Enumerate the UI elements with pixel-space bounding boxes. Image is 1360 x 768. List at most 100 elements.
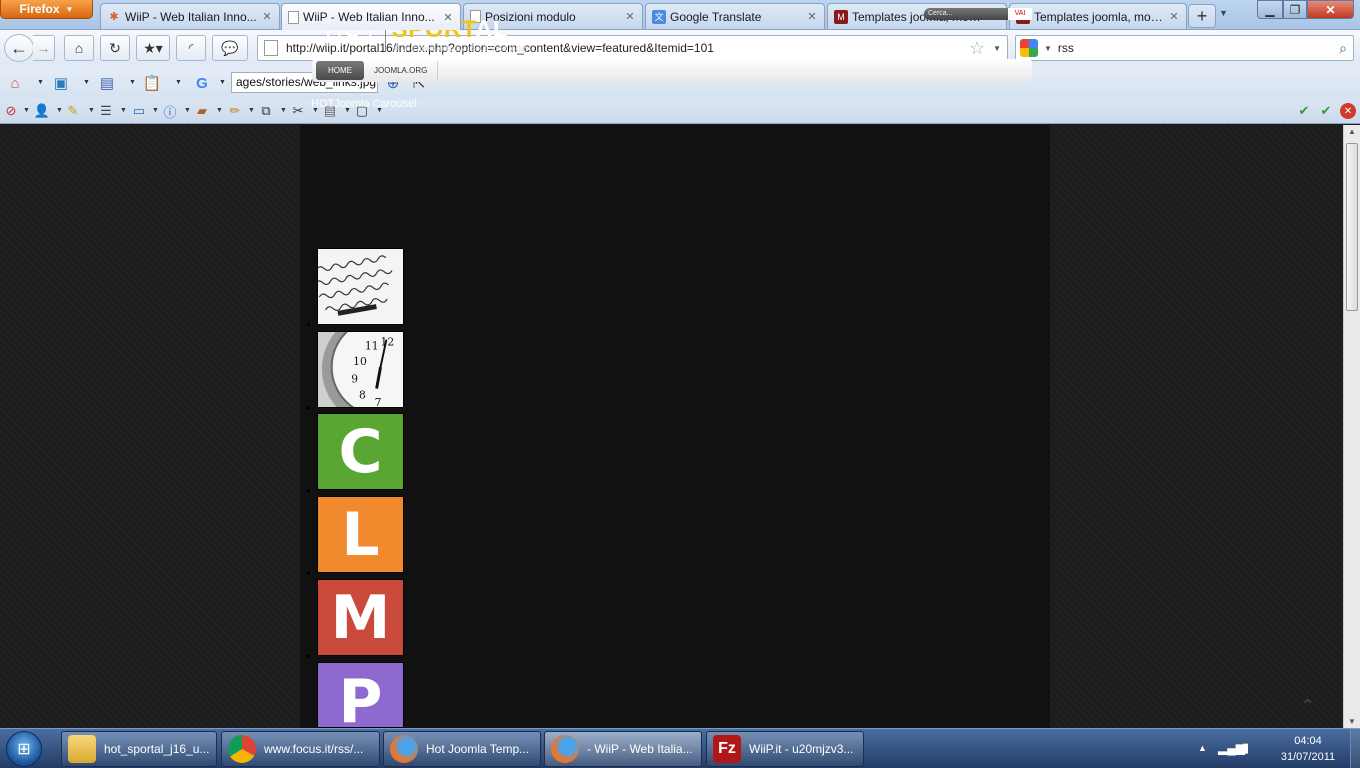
- show-desktop-button[interactable]: [1350, 729, 1360, 768]
- browser-tab[interactable]: ✱ WiiP - Web Italian Inno... ✕: [100, 3, 280, 29]
- close-window-button[interactable]: ✕: [1307, 0, 1354, 19]
- site-search-button[interactable]: VAI: [1008, 8, 1032, 20]
- minimize-button[interactable]: ▁: [1257, 0, 1283, 19]
- chevron-down-icon[interactable]: ▼: [248, 107, 255, 114]
- network-signal-icon[interactable]: ▂▄▆: [1218, 741, 1245, 755]
- chevron-down-icon[interactable]: ▼: [280, 107, 287, 114]
- chevron-down-icon[interactable]: ▼: [175, 79, 182, 86]
- checkmark-icon[interactable]: ✔: [1295, 102, 1313, 120]
- carousel-thumbnail-handwriting[interactable]: [317, 248, 404, 325]
- bookmarks-button[interactable]: ★▾: [136, 35, 170, 61]
- taskbar-item[interactable]: Fz WiiP.it - u20mjzv3...: [706, 731, 864, 767]
- error-icon[interactable]: ✕: [1340, 103, 1356, 119]
- carousel-thumbnail-l[interactable]: L: [317, 496, 404, 573]
- system-tray: ▲ ▂▄▆ ▮ 04:04 31/07/2011: [1192, 729, 1360, 768]
- disable-icon[interactable]: ⊘: [2, 102, 20, 120]
- list-all-tabs-icon[interactable]: ▼: [1219, 8, 1228, 18]
- image-icon[interactable]: ▭: [130, 102, 148, 120]
- tools-icon[interactable]: ✂: [289, 102, 307, 120]
- google-icon[interactable]: G: [191, 72, 213, 94]
- form-icon[interactable]: ☰: [97, 102, 115, 120]
- power-icon[interactable]: ▮: [1242, 740, 1249, 756]
- back-to-top-icon[interactable]: ⌃: [1300, 696, 1315, 717]
- new-tab-button[interactable]: +: [1188, 4, 1216, 28]
- forward-button[interactable]: →: [33, 35, 55, 61]
- back-arrow-icon: ←: [10, 37, 28, 58]
- bookmark-star-icon[interactable]: ☆: [969, 38, 985, 59]
- scrollbar-thumb[interactable]: [1346, 143, 1358, 311]
- back-button[interactable]: ←: [4, 34, 34, 62]
- close-tab-icon[interactable]: ✕: [624, 10, 636, 23]
- carousel-thumbnail-m[interactable]: M: [317, 579, 404, 656]
- reload-button[interactable]: ↻: [100, 35, 130, 61]
- taskbar-item[interactable]: Hot Joomla Temp...: [383, 731, 541, 767]
- chevron-down-icon[interactable]: ▼: [219, 79, 226, 86]
- search-icon[interactable]: ⌕: [1339, 40, 1347, 57]
- maximize-button[interactable]: ❐: [1283, 0, 1307, 19]
- rss-icon: ◜: [188, 41, 194, 55]
- chevron-down-icon[interactable]: ▼: [184, 107, 191, 114]
- chevron-down-icon[interactable]: ▼: [83, 79, 90, 86]
- carousel-bullet: [307, 406, 310, 409]
- menu-item-joomla-org[interactable]: JOOMLA.ORG: [364, 61, 439, 80]
- taskbar-item-label: hot_sportal_j16_u...: [104, 742, 210, 756]
- site-content-column: [300, 125, 1050, 728]
- menu-item-home[interactable]: HOME: [316, 61, 364, 80]
- misc-icon[interactable]: ▰: [193, 102, 211, 120]
- home-icon[interactable]: ⌂: [4, 72, 26, 94]
- chevron-down-icon[interactable]: ▼: [152, 107, 159, 114]
- browser-tab-active[interactable]: WiiP - Web Italian Inno... ✕: [281, 3, 461, 30]
- taskbar-item[interactable]: hot_sportal_j16_u...: [61, 731, 217, 767]
- clock-date: 31/07/2011: [1280, 751, 1336, 763]
- resize-icon[interactable]: ⧉: [257, 102, 275, 120]
- close-tab-icon[interactable]: ✕: [806, 10, 818, 23]
- close-tab-icon[interactable]: ✕: [261, 10, 273, 23]
- reload-icon: ↻: [109, 39, 121, 56]
- clock[interactable]: 04:04 31/07/2011: [1268, 733, 1348, 765]
- page-viewport: [0, 125, 1343, 728]
- carousel-thumbnail-c[interactable]: C: [317, 413, 404, 490]
- page-icon: [264, 40, 278, 56]
- chevron-down-icon[interactable]: ▼: [129, 79, 136, 86]
- start-button[interactable]: ⊞: [6, 731, 42, 767]
- tab-label: WiiP - Web Italian Inno...: [125, 9, 257, 24]
- close-tab-icon[interactable]: ✕: [442, 11, 454, 24]
- user-icon[interactable]: 👤: [33, 102, 51, 120]
- chevron-down-icon[interactable]: ▼: [23, 107, 30, 114]
- google-icon[interactable]: [1020, 39, 1038, 57]
- clipboard-icon[interactable]: 📋: [141, 72, 163, 94]
- document-icon[interactable]: ▤: [96, 72, 118, 94]
- information-icon[interactable]: ⓘ: [161, 102, 179, 120]
- close-tab-icon[interactable]: ✕: [1168, 10, 1180, 23]
- search-input[interactable]: rss: [1058, 41, 1333, 55]
- carousel-thumbnail-clock[interactable]: 11 12 10 9 87: [317, 331, 404, 408]
- chevron-down-icon[interactable]: ▼: [56, 107, 63, 114]
- vertical-scrollbar[interactable]: ▲ ▼: [1343, 125, 1360, 728]
- taskbar-item-label: Hot Joomla Temp...: [426, 742, 530, 756]
- chevron-down-icon[interactable]: ▼: [88, 107, 95, 114]
- site-search-input[interactable]: Cerca...: [924, 8, 1008, 20]
- browser-tab[interactable]: M Templates joomla, mod... ✕: [1009, 3, 1187, 29]
- checkmark-icon[interactable]: ✔: [1317, 102, 1335, 120]
- chevron-down-icon[interactable]: ▼: [37, 79, 44, 86]
- scroll-up-icon[interactable]: ▲: [1348, 127, 1356, 136]
- search-bar[interactable]: ▼ rss ⌕: [1015, 35, 1354, 61]
- firefox-menu-button[interactable]: Firefox ▼: [0, 0, 93, 19]
- chevron-down-icon[interactable]: ▼: [993, 44, 1001, 53]
- taskbar-item-active[interactable]: - WiiP - Web Italia...: [544, 731, 702, 767]
- page-refresh-icon[interactable]: ▣: [50, 72, 72, 94]
- outline-icon[interactable]: ✏: [226, 102, 244, 120]
- chevron-down-icon[interactable]: ▼: [1044, 44, 1052, 53]
- home-button[interactable]: ⌂: [64, 35, 94, 61]
- taskbar-item[interactable]: www.focus.it/rss/...: [221, 731, 380, 767]
- carousel-thumbnail-p[interactable]: P: [317, 662, 404, 728]
- chat-button[interactable]: 💬: [212, 35, 248, 61]
- pencil-icon[interactable]: ✎: [64, 102, 82, 120]
- svg-text:7: 7: [375, 396, 382, 408]
- browser-tab[interactable]: 文 Google Translate ✕: [645, 3, 825, 29]
- show-hidden-icons-icon[interactable]: ▲: [1198, 743, 1207, 753]
- rss-button[interactable]: ◜: [176, 35, 206, 61]
- chevron-down-icon[interactable]: ▼: [216, 107, 223, 114]
- chevron-down-icon[interactable]: ▼: [120, 107, 127, 114]
- scroll-down-icon[interactable]: ▼: [1348, 717, 1356, 726]
